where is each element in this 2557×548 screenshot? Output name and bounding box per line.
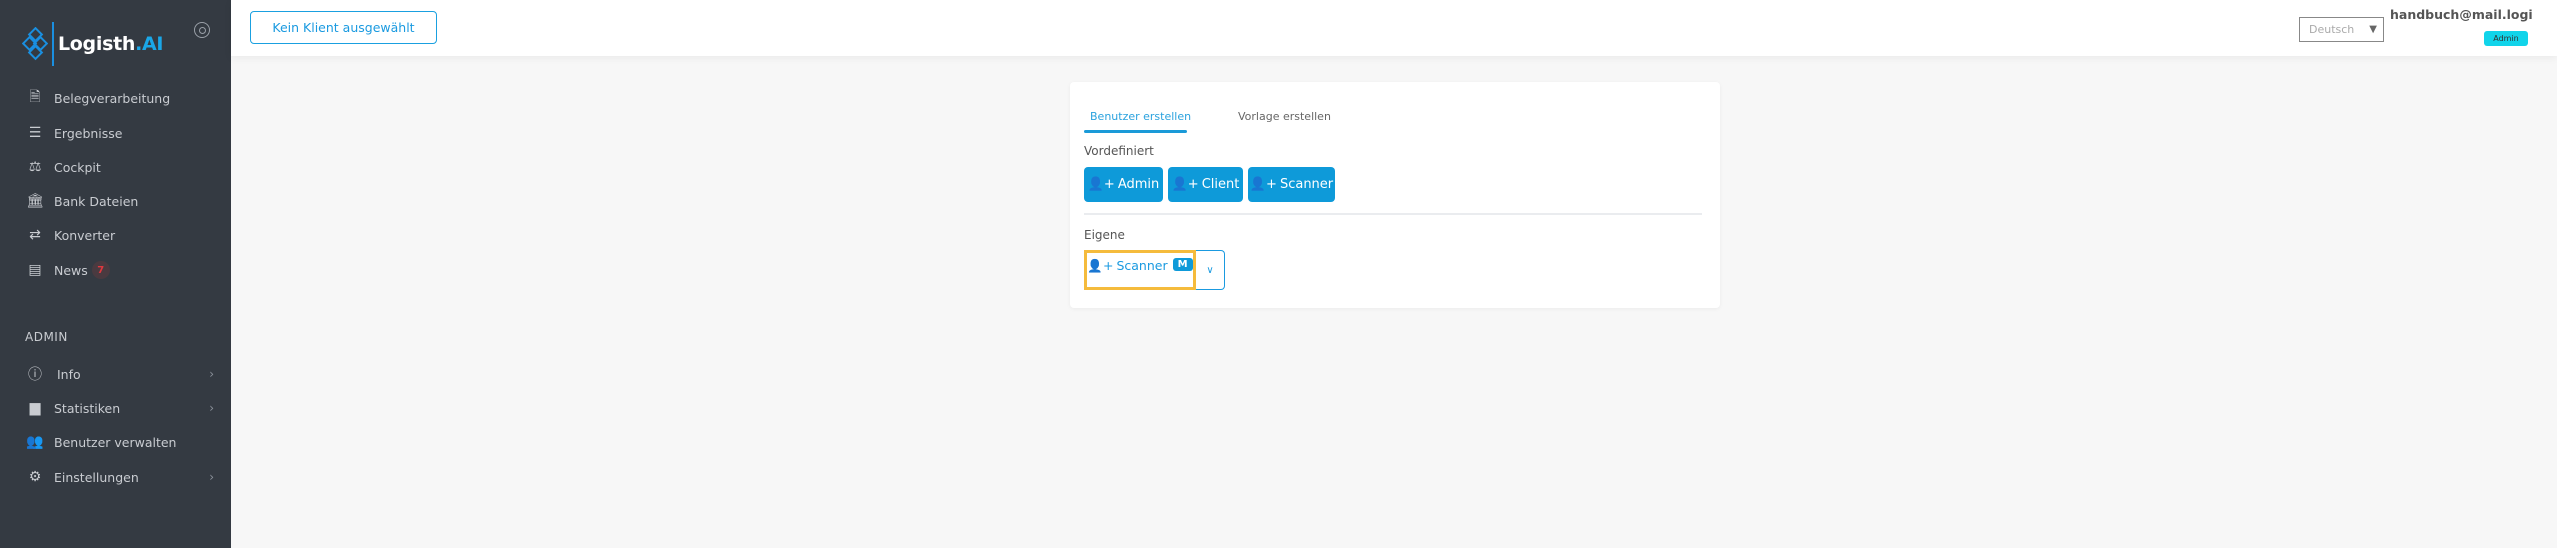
create-scanner-button[interactable]: 👤+ Scanner: [1248, 167, 1335, 202]
cogs-icon: ⚙: [28, 469, 42, 485]
sidebar-item-label: Cockpit: [54, 159, 101, 175]
button-label: Scanner: [1279, 177, 1334, 192]
divider: [1084, 213, 1702, 215]
sidebar-item-belegverarbeitung[interactable]: 🗎 Belegverarbeitung: [24, 86, 214, 110]
info-icon: ⓘ: [28, 367, 42, 383]
exchange-icon: ⇄: [29, 227, 41, 243]
book-icon: ▆: [29, 400, 41, 416]
sidebar-item-label: News: [54, 262, 88, 278]
tab-benutzer-erstellen[interactable]: Benutzer erstellen: [1090, 110, 1191, 123]
chevron-down-icon: ▼: [2369, 24, 2377, 35]
own-scanner-button[interactable]: 👤+ Scanner M: [1084, 250, 1196, 290]
header: Kein Klient ausgewählt Deutsch ▼ handbuch…: [231, 0, 2557, 56]
chevron-right-icon: ›: [209, 367, 214, 381]
tab-vorlage-erstellen[interactable]: Vorlage erstellen: [1238, 110, 1331, 123]
language-value: Deutsch: [2309, 23, 2355, 36]
button-label: Admin: [1117, 177, 1160, 192]
sidebar-item-news[interactable]: ▤ News 7: [24, 258, 214, 282]
sidebar-item-benutzer-verwalten[interactable]: 👥 Benutzer verwalten: [24, 430, 214, 454]
users-icon: 👥: [26, 434, 44, 450]
sidebar: Logisth.AI 🗎 Belegverarbeitung ☰ Ergebniss…: [0, 0, 231, 548]
create-admin-button[interactable]: 👤+ Admin: [1084, 167, 1163, 202]
list-icon: ☰: [28, 125, 42, 141]
section-admin: ADMIN: [25, 330, 68, 344]
sidebar-item-statistiken[interactable]: ▆ Statistiken ›: [24, 396, 214, 420]
language-select[interactable]: Deutsch ▼: [2299, 17, 2384, 42]
sidebar-item-label: Statistiken: [54, 400, 121, 416]
client-select-button[interactable]: Kein Klient ausgewählt: [250, 11, 437, 44]
sidebar-item-label: Benutzer verwalten: [54, 434, 177, 450]
active-tab-indicator: [1084, 130, 1187, 133]
own-label: Eigene: [1084, 228, 1125, 242]
own-scanner-dropdown-toggle[interactable]: ∨: [1196, 250, 1225, 290]
button-label: Scanner: [1116, 258, 1168, 273]
create-client-button[interactable]: 👤+ Client: [1168, 167, 1243, 202]
logo-text: Logisth: [58, 33, 136, 55]
sidebar-item-ergebnisse[interactable]: ☰ Ergebnisse: [24, 121, 214, 145]
sidebar-item-cockpit[interactable]: ⚖ Cockpit: [24, 155, 214, 179]
button-label: Client: [1201, 177, 1240, 192]
sidebar-item-label: Bank Dateien: [54, 193, 139, 209]
user-plus-icon: 👤+: [1087, 258, 1114, 273]
logo-accent: .AI: [135, 33, 164, 55]
user-plus-icon: 👤+: [1171, 177, 1199, 192]
sidebar-item-einstellungen[interactable]: ⚙ Einstellungen ›: [24, 465, 214, 489]
chevron-right-icon: ›: [209, 470, 214, 484]
create-user-card: Benutzer erstellen Vorlage erstellen Vor…: [1070, 82, 1720, 308]
user-plus-icon: 👤+: [1249, 177, 1277, 192]
role-badge: Admin: [2484, 31, 2528, 46]
user-email[interactable]: handbuch@mail.logi: [2390, 7, 2533, 22]
predefined-label: Vordefiniert: [1084, 144, 1154, 158]
sidebar-item-label: Info: [57, 366, 81, 382]
sidebar-item-label: Ergebnisse: [54, 125, 123, 141]
sidebar-toggle-icon[interactable]: [194, 22, 210, 38]
logo-icon: [22, 27, 48, 61]
bank-icon: 🏛: [26, 193, 44, 209]
own-scanner-split-button: 👤+ Scanner M ∨: [1084, 250, 1225, 290]
user-plus-icon: 👤+: [1087, 177, 1115, 192]
news-badge: 7: [91, 261, 110, 279]
file-invoice-icon: 🗎: [29, 89, 41, 105]
sidebar-item-label: Belegverarbeitung: [54, 90, 171, 106]
scale-icon: ⚖: [28, 159, 42, 175]
sidebar-item-konverter[interactable]: ⇄ Konverter: [24, 223, 214, 247]
sidebar-item-bank-dateien[interactable]: 🏛 Bank Dateien: [24, 189, 214, 213]
logo[interactable]: Logisth.AI: [22, 22, 163, 66]
newspaper-icon: ▤: [28, 262, 42, 278]
sidebar-item-label: Einstellungen: [54, 469, 139, 485]
chevron-right-icon: ›: [209, 401, 214, 415]
template-badge: M: [1172, 258, 1193, 271]
sidebar-item-label: Konverter: [54, 227, 116, 243]
chevron-down-icon: ∨: [1206, 264, 1214, 276]
sidebar-item-info[interactable]: ⓘ Info ›: [24, 362, 214, 386]
